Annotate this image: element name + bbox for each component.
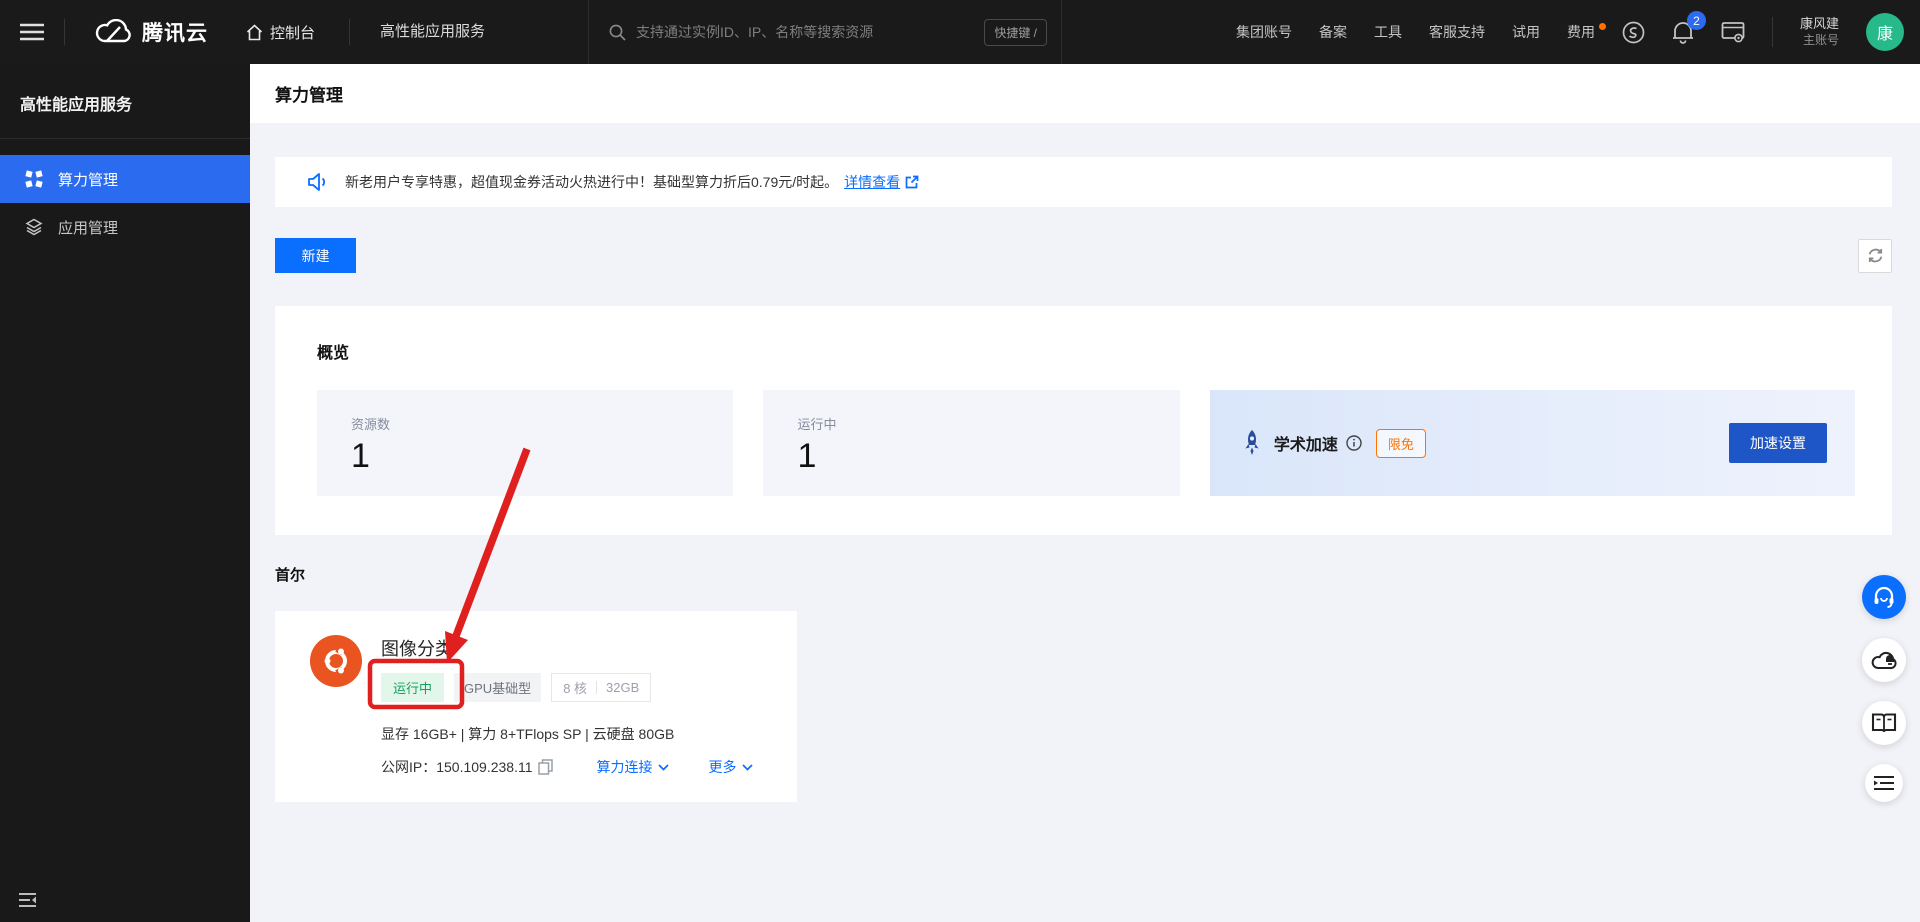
survey-list-icon	[1874, 776, 1894, 790]
top-bar: 腾讯云 控制台 高性能应用服务 快捷键 / 集团账号 备案 工具 客服支持 试用…	[0, 0, 1920, 64]
page-title: 算力管理	[275, 86, 343, 105]
overview-card: 概览 资源数 1 运行中 1 学术加速 限免 加速设置	[275, 306, 1892, 535]
search-input[interactable]	[636, 24, 985, 40]
banner-details-link[interactable]: 详情查看	[844, 172, 919, 192]
refresh-icon	[1868, 248, 1882, 263]
divider	[64, 19, 65, 45]
cloud-alert-button[interactable]	[1862, 638, 1906, 682]
instance-name: 图像分类	[381, 639, 453, 659]
sidebar: 高性能应用服务 算力管理 应用管理	[0, 64, 250, 922]
acceleration-settings-button[interactable]: 加速设置	[1729, 423, 1827, 463]
sidebar-item-label: 算力管理	[58, 171, 119, 189]
home-icon	[246, 23, 263, 40]
tencent-cloud-logo[interactable]: 腾讯云	[93, 17, 208, 47]
overview-title: 概览	[317, 345, 350, 362]
refresh-button[interactable]	[1858, 238, 1892, 273]
public-ip-value: 150.109.238.11	[436, 759, 533, 775]
collapse-sidebar-icon[interactable]	[19, 892, 39, 908]
public-ip-label: 公网IP：	[381, 759, 437, 775]
billing-alert-dot	[1598, 23, 1606, 30]
open-book-icon	[1871, 713, 1897, 733]
list-toolbar: 新建	[275, 238, 1892, 273]
search-icon	[609, 24, 626, 41]
floating-action-bar	[1862, 575, 1906, 802]
menu-group-account[interactable]: 集团账号	[1236, 22, 1292, 42]
stat-value: 1	[797, 437, 817, 475]
academic-acceleration-tile: 学术加速 限免 加速设置	[1209, 390, 1855, 496]
divider	[596, 681, 598, 694]
notification-bell-icon[interactable]: 2	[1672, 11, 1706, 44]
console-settings-icon[interactable]	[1721, 21, 1745, 43]
stat-tile-running: 运行中 1	[763, 390, 1180, 496]
instance-specs: 显存 16GB+ | 算力 8+TFlops SP | 云硬盘 80GB	[381, 726, 675, 742]
documentation-button[interactable]	[1862, 701, 1906, 745]
create-button[interactable]: 新建	[275, 238, 356, 273]
external-link-icon	[905, 175, 919, 189]
stat-label: 资源数	[351, 417, 391, 432]
menu-trial[interactable]: 试用	[1512, 22, 1540, 42]
chevron-down-icon	[741, 763, 753, 771]
cpu-spec: 8 核	[563, 681, 588, 696]
info-icon[interactable]	[1346, 435, 1362, 451]
cloud-logo-icon	[95, 19, 131, 43]
ubuntu-logo-icon	[310, 635, 362, 687]
hardware-badge: 8 核 32GB	[551, 673, 652, 702]
compute-connect-dropdown[interactable]: 算力连接	[597, 757, 669, 777]
user-role: 主账号	[1802, 32, 1839, 47]
more-actions-dropdown[interactable]: 更多	[709, 757, 753, 777]
notification-count-badge: 2	[1686, 11, 1706, 30]
copy-ip-icon[interactable]	[537, 759, 553, 775]
stat-tile-resources: 资源数 1	[317, 390, 734, 496]
brand-name: 腾讯云	[142, 22, 208, 45]
memory-spec: 32GB	[606, 680, 640, 695]
compute-icon	[25, 170, 43, 188]
page-header: 算力管理	[250, 64, 1920, 123]
free-limited-badge: 限免	[1375, 428, 1426, 458]
hamburger-menu-icon[interactable]	[0, 0, 64, 64]
cloud-bell-icon	[1871, 651, 1897, 670]
menu-tools[interactable]: 工具	[1374, 22, 1402, 42]
instance-card[interactable]: 图像分类 运行中 GPU基础型 8 核 32GB 显存 16GB+ | 算力 8…	[275, 611, 797, 802]
shortcut-key-badge: 快捷键 /	[984, 18, 1047, 46]
status-badge: 运行中	[381, 673, 445, 702]
stat-label: 运行中	[797, 417, 837, 432]
headset-icon	[1874, 586, 1894, 608]
console-nav-link[interactable]: 控制台	[246, 22, 315, 43]
stat-value: 1	[351, 437, 370, 475]
sidebar-title: 高性能应用服务	[0, 64, 250, 139]
survey-feedback-button[interactable]	[1865, 764, 1903, 802]
layers-icon	[25, 218, 43, 236]
menu-support[interactable]: 客服支持	[1429, 22, 1485, 42]
voucher-icon[interactable]	[1622, 21, 1645, 44]
chevron-down-icon	[657, 763, 669, 771]
announcement-speaker-icon	[308, 173, 326, 191]
sidebar-item-application-management[interactable]: 应用管理	[0, 203, 250, 251]
avatar[interactable]: 康	[1866, 13, 1904, 51]
sidebar-item-label: 应用管理	[58, 219, 119, 237]
main-content: 算力管理 新老用户专享特惠，超值现金券活动火热进行中！基础型算力折后0.79元/…	[250, 64, 1920, 922]
global-search-box[interactable]: 快捷键 /	[588, 0, 1062, 64]
region-title: 首尔	[275, 567, 306, 584]
promo-banner: 新老用户专享特惠，超值现金券活动火热进行中！基础型算力折后0.79元/时起。 详…	[275, 157, 1892, 207]
rocket-icon	[1245, 430, 1259, 455]
user-account-block[interactable]: 康风建 主账号	[1800, 16, 1839, 48]
banner-text: 新老用户专享特惠，超值现金券活动火热进行中！基础型算力折后0.79元/时起。	[345, 174, 839, 190]
divider	[1771, 17, 1773, 47]
instance-type-badge: GPU基础型	[454, 673, 542, 702]
menu-billing[interactable]: 费用	[1567, 22, 1606, 42]
current-product-nav[interactable]: 高性能应用服务	[349, 19, 485, 45]
customer-service-button[interactable]	[1862, 575, 1906, 619]
menu-icp[interactable]: 备案	[1319, 22, 1347, 42]
user-name: 康风建	[1799, 15, 1839, 31]
acceleration-label: 学术加速	[1273, 437, 1338, 454]
sidebar-item-compute-management[interactable]: 算力管理	[0, 155, 250, 203]
